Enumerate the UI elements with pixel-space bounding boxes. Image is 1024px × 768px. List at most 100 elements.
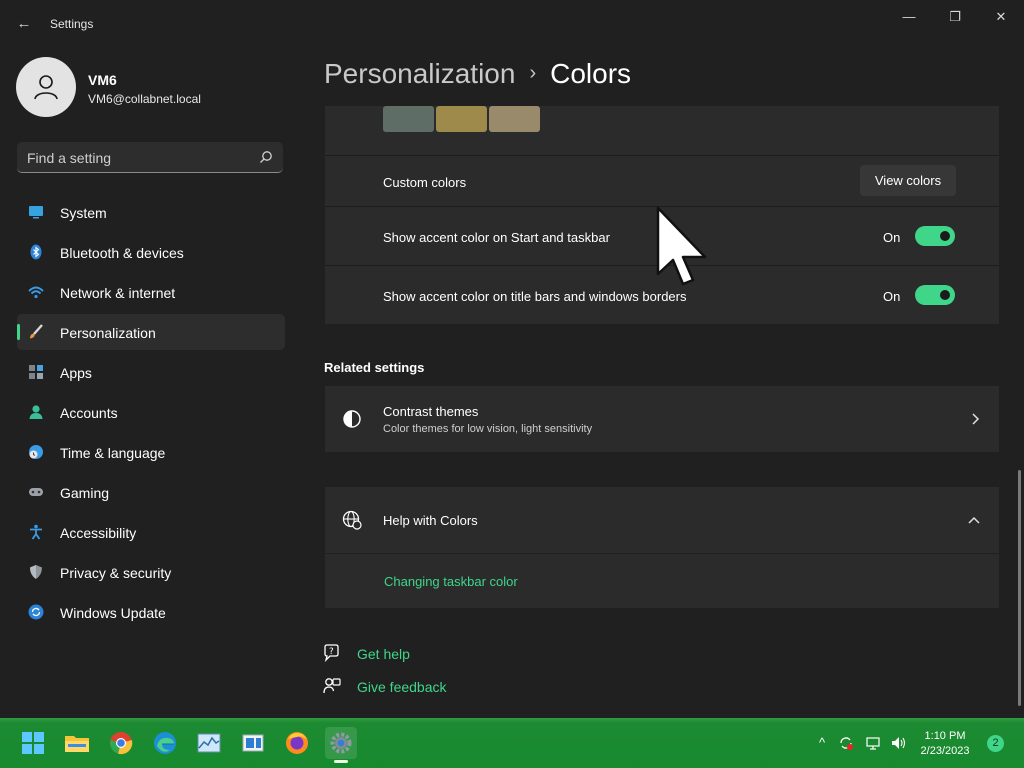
notification-badge[interactable]: 2	[987, 735, 1004, 752]
sidebar-item-label: Time & language	[60, 445, 166, 461]
gamepad-icon	[29, 488, 43, 496]
toggle-state-text: On	[883, 230, 901, 245]
update-icon	[28, 604, 44, 620]
get-help-link[interactable]: Get help	[357, 646, 410, 662]
feedback-icon	[323, 678, 341, 694]
file-explorer-button[interactable]	[61, 727, 93, 759]
sidebar-item-apps[interactable]: Apps	[17, 354, 285, 390]
clock-time: 1:10 PM	[924, 730, 966, 742]
toggle-label: Show accent color on title bars and wind…	[383, 289, 687, 304]
sidebar-item-personalization[interactable]: Personalization	[17, 314, 285, 350]
minimize-button[interactable]: —	[886, 6, 932, 28]
changing-taskbar-color-link[interactable]: Changing taskbar color	[384, 574, 518, 589]
remote-desktop-icon	[242, 734, 264, 752]
maximize-button[interactable]: ❐	[932, 6, 978, 28]
chevron-right-icon: ›	[529, 62, 537, 84]
close-button[interactable]: ✕	[978, 6, 1024, 28]
contrast-icon	[343, 410, 361, 428]
sidebar-item-label: Bluetooth & devices	[60, 245, 184, 261]
globe-help-icon	[342, 510, 362, 530]
chevron-up-icon[interactable]: ^	[814, 735, 830, 751]
chrome-button[interactable]	[105, 727, 137, 759]
sidebar-item-label: Gaming	[60, 485, 110, 501]
accent-title-bars-toggle[interactable]	[915, 285, 955, 305]
sidebar-item-windows-update[interactable]: Windows Update	[17, 594, 285, 630]
system-icon	[29, 206, 43, 219]
sync-icon[interactable]	[838, 735, 854, 751]
contrast-themes-title: Contrast themes	[383, 404, 479, 419]
contrast-themes-subtitle: Color themes for low vision, light sensi…	[383, 423, 593, 435]
sidebar-item-label: Windows Update	[60, 605, 166, 621]
sidebar-item-label: Privacy & security	[60, 565, 172, 581]
sidebar-item-label: Apps	[60, 365, 92, 381]
sidebar-item-system[interactable]: System	[17, 194, 285, 230]
active-app-indicator	[334, 760, 348, 763]
view-colors-button[interactable]: View colors	[860, 165, 956, 196]
firefox-icon	[286, 732, 308, 754]
help-colors-body: Changing taskbar color	[325, 554, 999, 608]
perfmon-icon	[197, 733, 221, 753]
contrast-themes-card[interactable]: Contrast themes Color themes for low vis…	[325, 386, 999, 452]
network-icon[interactable]	[865, 735, 881, 751]
person-icon	[29, 405, 43, 419]
bluetooth-icon	[30, 244, 42, 260]
volume-icon[interactable]	[890, 735, 906, 751]
sidebar-item-gaming[interactable]: Gaming	[17, 474, 285, 510]
sidebar-item-label: Accessibility	[60, 525, 137, 541]
breadcrumb-parent[interactable]: Personalization	[324, 58, 515, 89]
page-title: Colors	[550, 58, 632, 89]
sidebar-item-time-language[interactable]: Time & language	[17, 434, 285, 470]
color-swatch[interactable]	[383, 106, 434, 132]
sidebar-item-bluetooth[interactable]: Bluetooth & devices	[17, 234, 285, 270]
apps-icon	[29, 365, 43, 379]
start-button[interactable]	[17, 727, 49, 759]
toggle-knob	[940, 231, 950, 241]
toggle-state-text: On	[883, 289, 901, 304]
taskbar-clock[interactable]: 1:10 PM 2/23/2023	[910, 729, 980, 759]
help-colors-title: Help with Colors	[383, 513, 478, 528]
sidebar-item-accounts[interactable]: Accounts	[17, 394, 285, 430]
settings-button[interactable]	[325, 727, 357, 759]
color-swatch[interactable]	[436, 106, 487, 132]
accessibility-icon	[30, 524, 42, 540]
chevron-up-icon[interactable]	[968, 515, 980, 525]
help-colors-header[interactable]: Help with Colors	[325, 487, 999, 553]
give-feedback-link[interactable]: Give feedback	[357, 679, 447, 695]
person-icon	[34, 75, 58, 100]
firefox-button[interactable]	[281, 727, 313, 759]
performance-monitor-button[interactable]	[193, 727, 225, 759]
accent-start-taskbar-toggle[interactable]	[915, 226, 955, 246]
sidebar-item-label: Accounts	[60, 405, 118, 421]
mouse-cursor-icon	[656, 206, 707, 286]
sidebar-item-privacy[interactable]: Privacy & security	[17, 554, 285, 590]
edge-button[interactable]	[149, 727, 181, 759]
title-bar: ← Settings — ❐ ✕	[0, 0, 1024, 48]
svg-text:?: ?	[329, 647, 334, 657]
remote-desktop-button[interactable]	[237, 727, 269, 759]
avatar[interactable]	[16, 57, 76, 117]
chevron-right-icon	[972, 413, 980, 425]
color-swatch[interactable]	[489, 106, 540, 132]
breadcrumb: Personalization › Colors	[324, 58, 631, 90]
shield-icon	[30, 565, 42, 579]
chrome-icon	[110, 732, 133, 755]
wifi-icon	[28, 286, 44, 299]
scrollbar[interactable]	[1018, 470, 1021, 706]
sidebar-nav: System Bluetooth & devices Network & int…	[17, 194, 285, 634]
windows-start-icon	[22, 732, 44, 754]
custom-colors-label: Custom colors	[383, 175, 467, 190]
toggle-label: Show accent color on Start and taskbar	[383, 230, 610, 245]
sidebar-item-label: Network & internet	[60, 285, 176, 301]
clock-date: 2/23/2023	[920, 745, 970, 757]
settings-icon	[330, 732, 352, 754]
window-title: Settings	[50, 17, 94, 31]
search-input[interactable]: Find a setting	[17, 142, 283, 173]
sidebar-item-network[interactable]: Network & internet	[17, 274, 285, 310]
search-placeholder: Find a setting	[27, 150, 112, 166]
sidebar-item-label: System	[60, 205, 107, 221]
search-icon[interactable]	[259, 150, 273, 164]
back-arrow-icon[interactable]: ←	[14, 14, 34, 34]
taskbar: ^ 1:10 PM 2/23/2023 2	[0, 718, 1024, 768]
sidebar-item-label: Personalization	[60, 325, 156, 341]
sidebar-item-accessibility[interactable]: Accessibility	[17, 514, 285, 550]
